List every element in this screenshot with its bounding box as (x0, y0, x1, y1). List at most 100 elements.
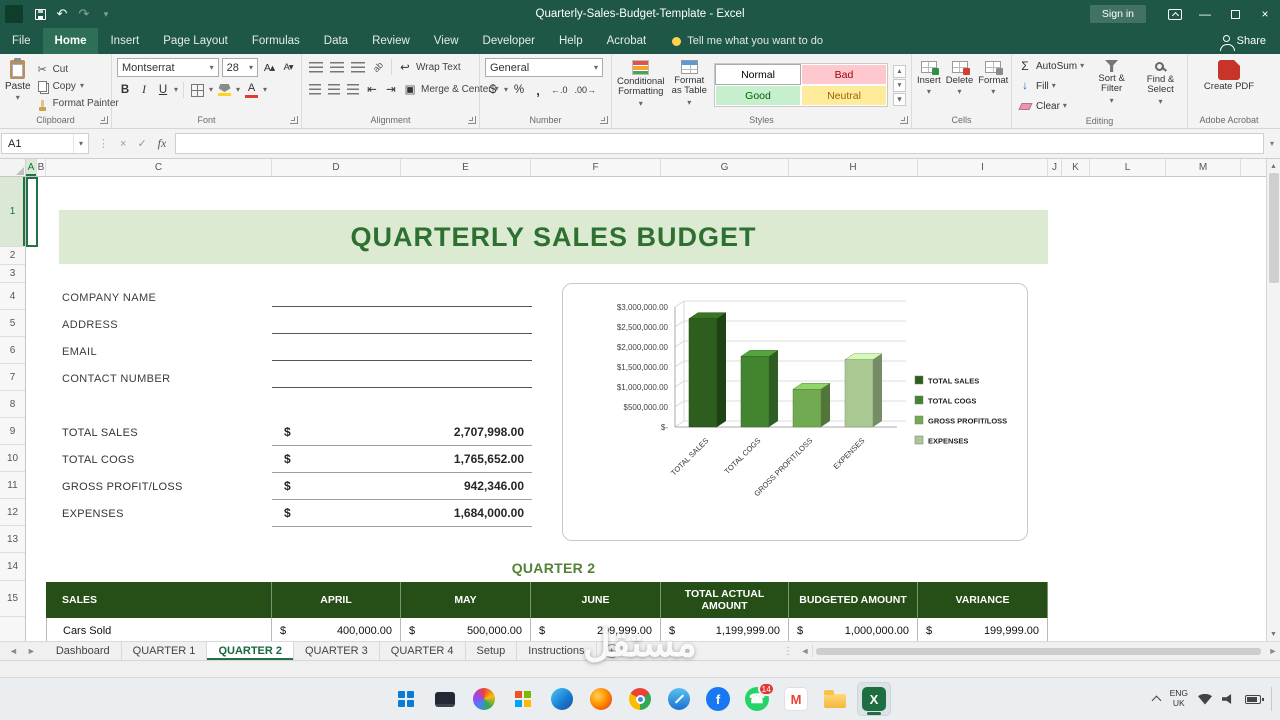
delete-cells-button[interactable]: Delete (946, 58, 973, 112)
hidden-icons-chevron-icon[interactable] (1151, 695, 1162, 706)
gmail-app[interactable]: M (779, 682, 813, 716)
ribbon-tab-file[interactable]: File (0, 28, 43, 54)
font-name-select[interactable]: Montserrat (117, 58, 219, 77)
percent-style-button[interactable] (511, 81, 527, 99)
tell-me-box[interactable]: Tell me what you want to do (662, 28, 833, 54)
edge-browser[interactable] (545, 682, 579, 716)
column-header-k[interactable]: K (1062, 159, 1090, 176)
align-bottom-button[interactable] (349, 58, 367, 76)
cancel-entry-icon[interactable] (120, 138, 126, 150)
table-header-variance[interactable]: VARIANCE (918, 582, 1048, 618)
sheet-tab-dashboard[interactable]: Dashboard (45, 642, 122, 660)
table-header-june[interactable]: JUNE (531, 582, 661, 618)
fill-color-button[interactable] (216, 81, 233, 99)
horizontal-scrollbar[interactable] (812, 645, 1264, 657)
gallery-more-button[interactable] (893, 92, 906, 106)
table-cell-value[interactable]: $500,000.00 (401, 618, 531, 641)
ribbon-tab-home[interactable]: Home (42, 28, 99, 54)
format-painter-button[interactable]: Format Painter (36, 95, 119, 111)
tab-splitter-handle[interactable] (778, 646, 798, 657)
table-cell-label[interactable]: Cars Sold (46, 618, 272, 641)
format-as-table-button[interactable]: Format as Table (670, 58, 709, 112)
form-input-line[interactable] (272, 306, 532, 307)
gallery-down-button[interactable] (893, 78, 906, 92)
bold-button[interactable] (117, 81, 133, 99)
table-cell-value[interactable]: $1,199,999.00 (661, 618, 789, 641)
accounting-format-button[interactable] (485, 81, 501, 99)
start-button[interactable] (389, 682, 423, 716)
column-header-d[interactable]: D (272, 159, 401, 176)
column-header-i[interactable]: I (918, 159, 1048, 176)
volume-icon[interactable] (1222, 693, 1232, 705)
form-input-line[interactable] (272, 387, 532, 388)
ribbon-tab-view[interactable]: View (422, 28, 471, 54)
confirm-entry-icon[interactable] (137, 137, 146, 150)
ribbon-tab-insert[interactable]: Insert (98, 28, 151, 54)
share-button[interactable]: Share (1209, 28, 1280, 54)
ribbon-tab-help[interactable]: Help (547, 28, 595, 54)
dialog-launcher-icon[interactable] (600, 116, 608, 124)
row-header-7[interactable]: 7 (0, 364, 25, 391)
decrease-font-button[interactable] (280, 59, 296, 77)
table-cell-value[interactable]: $400,000.00 (272, 618, 401, 641)
prev-sheet-icon[interactable] (9, 646, 18, 656)
folder-explorer[interactable] (818, 682, 852, 716)
cut-button[interactable]: Cut (36, 61, 119, 77)
facebook-app[interactable]: f (701, 682, 735, 716)
hscroll-left-icon[interactable] (798, 646, 812, 656)
table-cell-value[interactable]: $299,999.00 (531, 618, 661, 641)
autosum-button[interactable]: AutoSum (1017, 58, 1084, 74)
align-left-button[interactable] (307, 80, 323, 98)
scroll-up-icon[interactable]: ▲ (1268, 160, 1280, 172)
form-input-line[interactable] (272, 360, 532, 361)
minimize-button[interactable]: — (1190, 0, 1220, 28)
qat-customize-button[interactable] (95, 0, 117, 28)
battery-icon[interactable] (1245, 694, 1264, 704)
create-pdf-button[interactable]: Create PDF (1197, 58, 1261, 112)
ribbon-tab-acrobat[interactable]: Acrobat (595, 28, 659, 54)
copy-button[interactable]: Copy (36, 78, 119, 94)
decrease-indent-button[interactable] (364, 80, 380, 98)
format-cells-button[interactable]: Format (978, 58, 1008, 112)
row-header-1[interactable]: 1 (0, 177, 25, 247)
sheet-tab-quarter-4[interactable]: QUARTER 4 (380, 642, 466, 660)
horizontal-scroll-thumb[interactable] (816, 647, 1261, 655)
ribbon-tab-review[interactable]: Review (360, 28, 422, 54)
vertical-scroll-thumb[interactable] (1268, 173, 1279, 283)
gallery-up-button[interactable] (893, 64, 906, 78)
font-color-button[interactable] (243, 81, 260, 99)
excel-app[interactable]: X (857, 682, 891, 716)
comma-style-button[interactable] (530, 81, 546, 99)
sheet-canvas[interactable]: QUARTERLY SALES BUDGET $3,000,000.00 $2,5… (26, 177, 1266, 641)
row-header-5[interactable]: 5 (0, 310, 25, 337)
column-header-f[interactable]: F (531, 159, 661, 176)
align-top-button[interactable] (307, 58, 325, 76)
table-header-sales[interactable]: SALES (46, 582, 272, 618)
column-header-e[interactable]: E (401, 159, 531, 176)
table-cell-value[interactable]: $199,999.00 (918, 618, 1048, 641)
column-header-b[interactable]: B (37, 159, 46, 176)
whatsapp-app[interactable]: ☎ 14 (740, 682, 775, 716)
chevron-down-icon[interactable] (174, 86, 178, 94)
scroll-down-icon[interactable]: ▼ (1268, 628, 1280, 640)
decrease-decimal-button[interactable] (573, 81, 599, 99)
dialog-launcher-icon[interactable] (290, 116, 298, 124)
dialog-launcher-icon[interactable] (468, 116, 476, 124)
office-app[interactable] (506, 682, 540, 716)
next-sheet-icon[interactable] (27, 646, 36, 656)
borders-button[interactable] (189, 81, 206, 99)
row-header-9[interactable]: 9 (0, 418, 25, 445)
column-header-l[interactable]: L (1090, 159, 1166, 176)
network-icon[interactable] (1198, 693, 1212, 705)
chevron-down-icon[interactable] (236, 86, 240, 94)
form-input-line[interactable] (272, 333, 532, 334)
row-header-11[interactable]: 11 (0, 472, 25, 499)
column-header-h[interactable]: H (789, 159, 918, 176)
chevron-down-icon[interactable] (263, 86, 267, 94)
photos-app[interactable] (467, 682, 501, 716)
increase-decimal-button[interactable] (549, 81, 570, 99)
fill-button[interactable]: Fill (1017, 78, 1084, 94)
row-header-8[interactable]: 8 (0, 391, 25, 418)
row-header-12[interactable]: 12 (0, 499, 25, 526)
formula-input[interactable] (175, 133, 1264, 154)
